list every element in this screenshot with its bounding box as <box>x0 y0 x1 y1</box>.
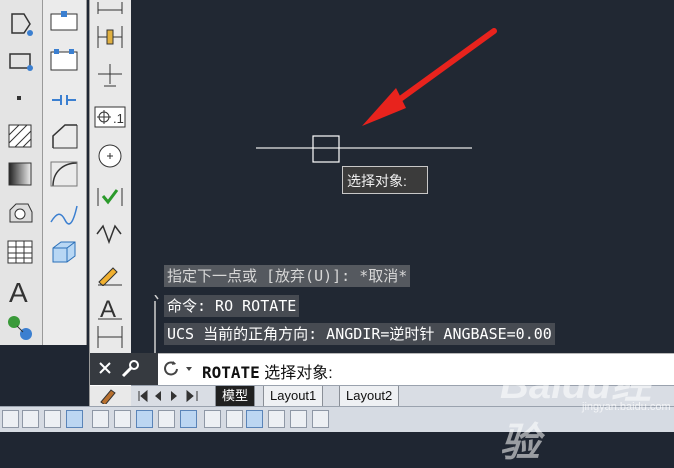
ortho-icon[interactable] <box>66 410 83 428</box>
tab-layout2[interactable]: Layout2 <box>339 386 400 407</box>
cursor-tooltip: 选择对象: <box>342 166 428 194</box>
dyn-icon[interactable] <box>204 410 221 428</box>
history-line-2: 命令: RO ROTATE <box>164 295 300 317</box>
wrench-icon[interactable] <box>120 359 142 379</box>
quick-props-icon[interactable] <box>268 410 285 428</box>
grid-icon[interactable] <box>44 410 61 428</box>
tab-scroll-icons[interactable] <box>135 389 215 403</box>
command-line-handle[interactable] <box>90 353 158 385</box>
3d-osnap-icon[interactable] <box>136 410 153 428</box>
recent-commands-icon[interactable] <box>162 359 196 379</box>
osnap-icon[interactable] <box>114 410 131 428</box>
close-icon[interactable] <box>98 361 112 375</box>
coordinates-icon[interactable] <box>2 410 19 428</box>
red-arrow-annotation <box>382 28 497 113</box>
watermark-url: jingyan.baidu.com <box>582 401 671 413</box>
polar-icon[interactable] <box>92 410 109 428</box>
selection-cycling-icon[interactable] <box>290 410 307 428</box>
lineweight-icon[interactable] <box>226 410 243 428</box>
red-arrow-head <box>362 88 406 126</box>
history-line-3: UCS 当前的正角方向: ANGDIR=逆时针 ANGBASE=0.00 <box>164 323 555 345</box>
command-prompt: 选择对象: <box>259 365 333 382</box>
history-line-1: 指定下一点或 [放弃(U)]: *取消* <box>164 265 411 287</box>
pickbox-cursor <box>312 135 340 163</box>
tab-model[interactable]: 模型 <box>215 386 256 407</box>
history-bracket <box>154 295 159 355</box>
otrack-icon[interactable] <box>158 410 175 428</box>
transparency-icon[interactable] <box>246 410 263 428</box>
ducs-icon[interactable] <box>180 410 197 428</box>
snap-icon[interactable] <box>22 410 39 428</box>
command-name: ROTATE <box>202 363 260 382</box>
command-input[interactable]: ROTATE 选择对象: <box>202 359 333 383</box>
tab-layout1[interactable]: Layout1 <box>263 386 324 407</box>
annotation-monitor-icon[interactable] <box>312 410 329 428</box>
